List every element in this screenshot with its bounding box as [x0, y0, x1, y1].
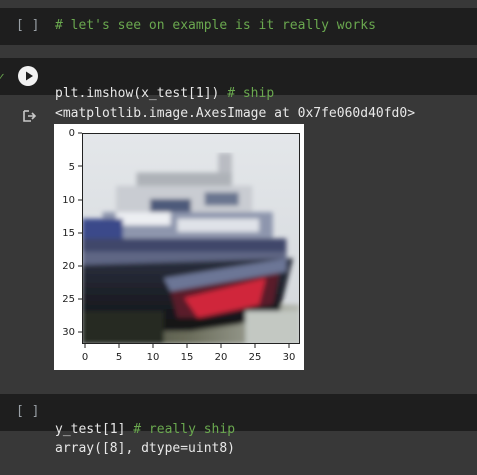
cell-3-code: y_test[1] — [55, 422, 126, 437]
axes-frame — [82, 133, 300, 344]
cell-2-code: plt.imshow(x_test[1]) — [55, 86, 220, 101]
y-tick-label: 25 — [62, 294, 75, 305]
executed-check-icon: ✓ — [0, 70, 5, 83]
x-tick-label: 0 — [82, 352, 88, 363]
cell-2-output-text: <matplotlib.image.AxesImage at 0x7fe060d… — [55, 106, 416, 121]
plot-axes: 0 5 10 15 20 25 30 0 5 10 15 20 25 30 — [62, 128, 300, 363]
y-axis-ticks: 0 5 10 15 20 25 30 — [62, 128, 82, 338]
y-tick-label: 30 — [62, 327, 75, 338]
y-tick-label: 5 — [69, 162, 75, 173]
x-axis-ticks: 0 5 10 15 20 25 30 — [82, 344, 296, 363]
cell-2-code-line[interactable]: plt.imshow(x_test[1]) # ship — [55, 67, 274, 103]
x-tick-label: 25 — [249, 352, 262, 363]
cell-3-comment: # really ship — [133, 422, 236, 437]
run-cell-button[interactable] — [18, 66, 38, 86]
cell-3-output-text: array([8], dtype=uint8) — [55, 441, 236, 456]
x-tick-label: 15 — [181, 352, 194, 363]
play-icon — [26, 71, 33, 81]
cell-1-code[interactable]: # let's see on example is it really work… — [55, 17, 376, 35]
x-tick-label: 10 — [147, 352, 160, 363]
run-bracket-3[interactable]: [ ] — [16, 403, 39, 421]
matplotlib-figure: 0 5 10 15 20 25 30 0 5 10 15 20 25 30 — [54, 124, 304, 370]
run-bracket-1[interactable]: [ ] — [16, 17, 39, 35]
y-tick-label: 10 — [62, 195, 75, 206]
x-tick-label: 5 — [116, 352, 122, 363]
cell-3-code-line[interactable]: y_test[1] # really ship — [55, 403, 235, 439]
x-tick-label: 30 — [283, 352, 296, 363]
cell-2-comment: # ship — [227, 86, 275, 101]
y-tick-label: 15 — [62, 228, 75, 239]
y-tick-label: 0 — [69, 128, 75, 139]
y-tick-label: 20 — [62, 261, 75, 272]
output-redirect-icon — [23, 110, 37, 122]
x-tick-label: 20 — [215, 352, 228, 363]
